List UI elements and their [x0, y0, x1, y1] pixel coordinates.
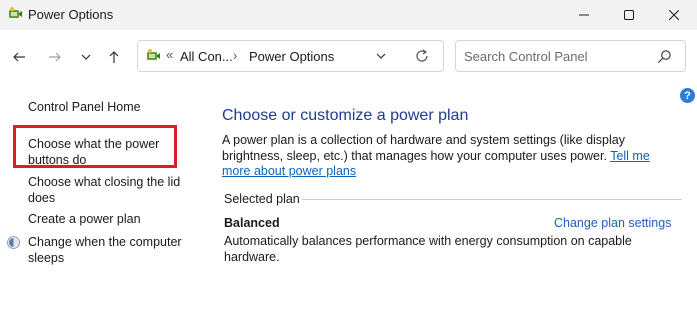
- breadcrumb-separator[interactable]: ›: [233, 48, 237, 63]
- minimize-button[interactable]: [561, 0, 607, 30]
- breadcrumb-overflow[interactable]: «: [166, 47, 173, 62]
- description-text: A power plan is a collection of hardware…: [222, 133, 625, 163]
- maximize-icon: [624, 10, 634, 20]
- plan-name: Balanced: [224, 216, 280, 230]
- page-title: Choose or customize a power plan: [222, 107, 469, 124]
- section-divider: [302, 199, 682, 200]
- sidebar-item-control-panel-home[interactable]: Control Panel Home: [28, 99, 188, 115]
- search-box[interactable]: Search Control Panel: [455, 40, 686, 72]
- recent-locations-button[interactable]: [73, 44, 99, 70]
- search-icon[interactable]: [657, 49, 672, 64]
- power-options-icon: [147, 49, 160, 60]
- window-title: Power Options: [28, 7, 114, 22]
- chevron-down-icon[interactable]: [374, 49, 388, 63]
- forward-button[interactable]: [42, 44, 68, 70]
- back-button[interactable]: [6, 44, 32, 70]
- sidebar-item-closing-lid[interactable]: Choose what closing the lid does: [28, 174, 188, 206]
- title-bar: Power Options: [0, 0, 697, 30]
- highlight-box: [13, 125, 177, 168]
- back-arrow-icon: [13, 52, 25, 62]
- forward-arrow-icon: [49, 52, 61, 62]
- sidebar-item-create-power-plan[interactable]: Create a power plan: [28, 211, 188, 227]
- chevron-down-icon: [81, 54, 91, 60]
- search-input[interactable]: Search Control Panel: [464, 49, 588, 64]
- breadcrumb-power-options[interactable]: Power Options: [249, 49, 334, 64]
- power-options-icon: [9, 7, 22, 18]
- refresh-icon[interactable]: [414, 48, 430, 64]
- maximize-button[interactable]: [606, 0, 652, 30]
- address-bar[interactable]: « All Con... › Power Options: [137, 40, 444, 72]
- selected-plan-heading: Selected plan: [224, 192, 300, 206]
- sleep-shield-icon: [7, 236, 20, 249]
- breadcrumb-all-control-panel[interactable]: All Con...: [180, 49, 233, 64]
- sidebar-item-computer-sleeps[interactable]: Change when the computer sleeps: [28, 234, 188, 266]
- close-icon: [669, 10, 679, 20]
- up-button[interactable]: [101, 44, 127, 70]
- plan-description: Automatically balances performance with …: [224, 234, 632, 264]
- page-description: A power plan is a collection of hardware…: [222, 133, 677, 180]
- minimize-icon: [579, 14, 589, 16]
- up-arrow-icon: [109, 51, 119, 63]
- change-plan-settings-link[interactable]: Change plan settings: [554, 216, 671, 230]
- close-button[interactable]: [651, 0, 697, 30]
- help-icon[interactable]: ?: [680, 88, 695, 103]
